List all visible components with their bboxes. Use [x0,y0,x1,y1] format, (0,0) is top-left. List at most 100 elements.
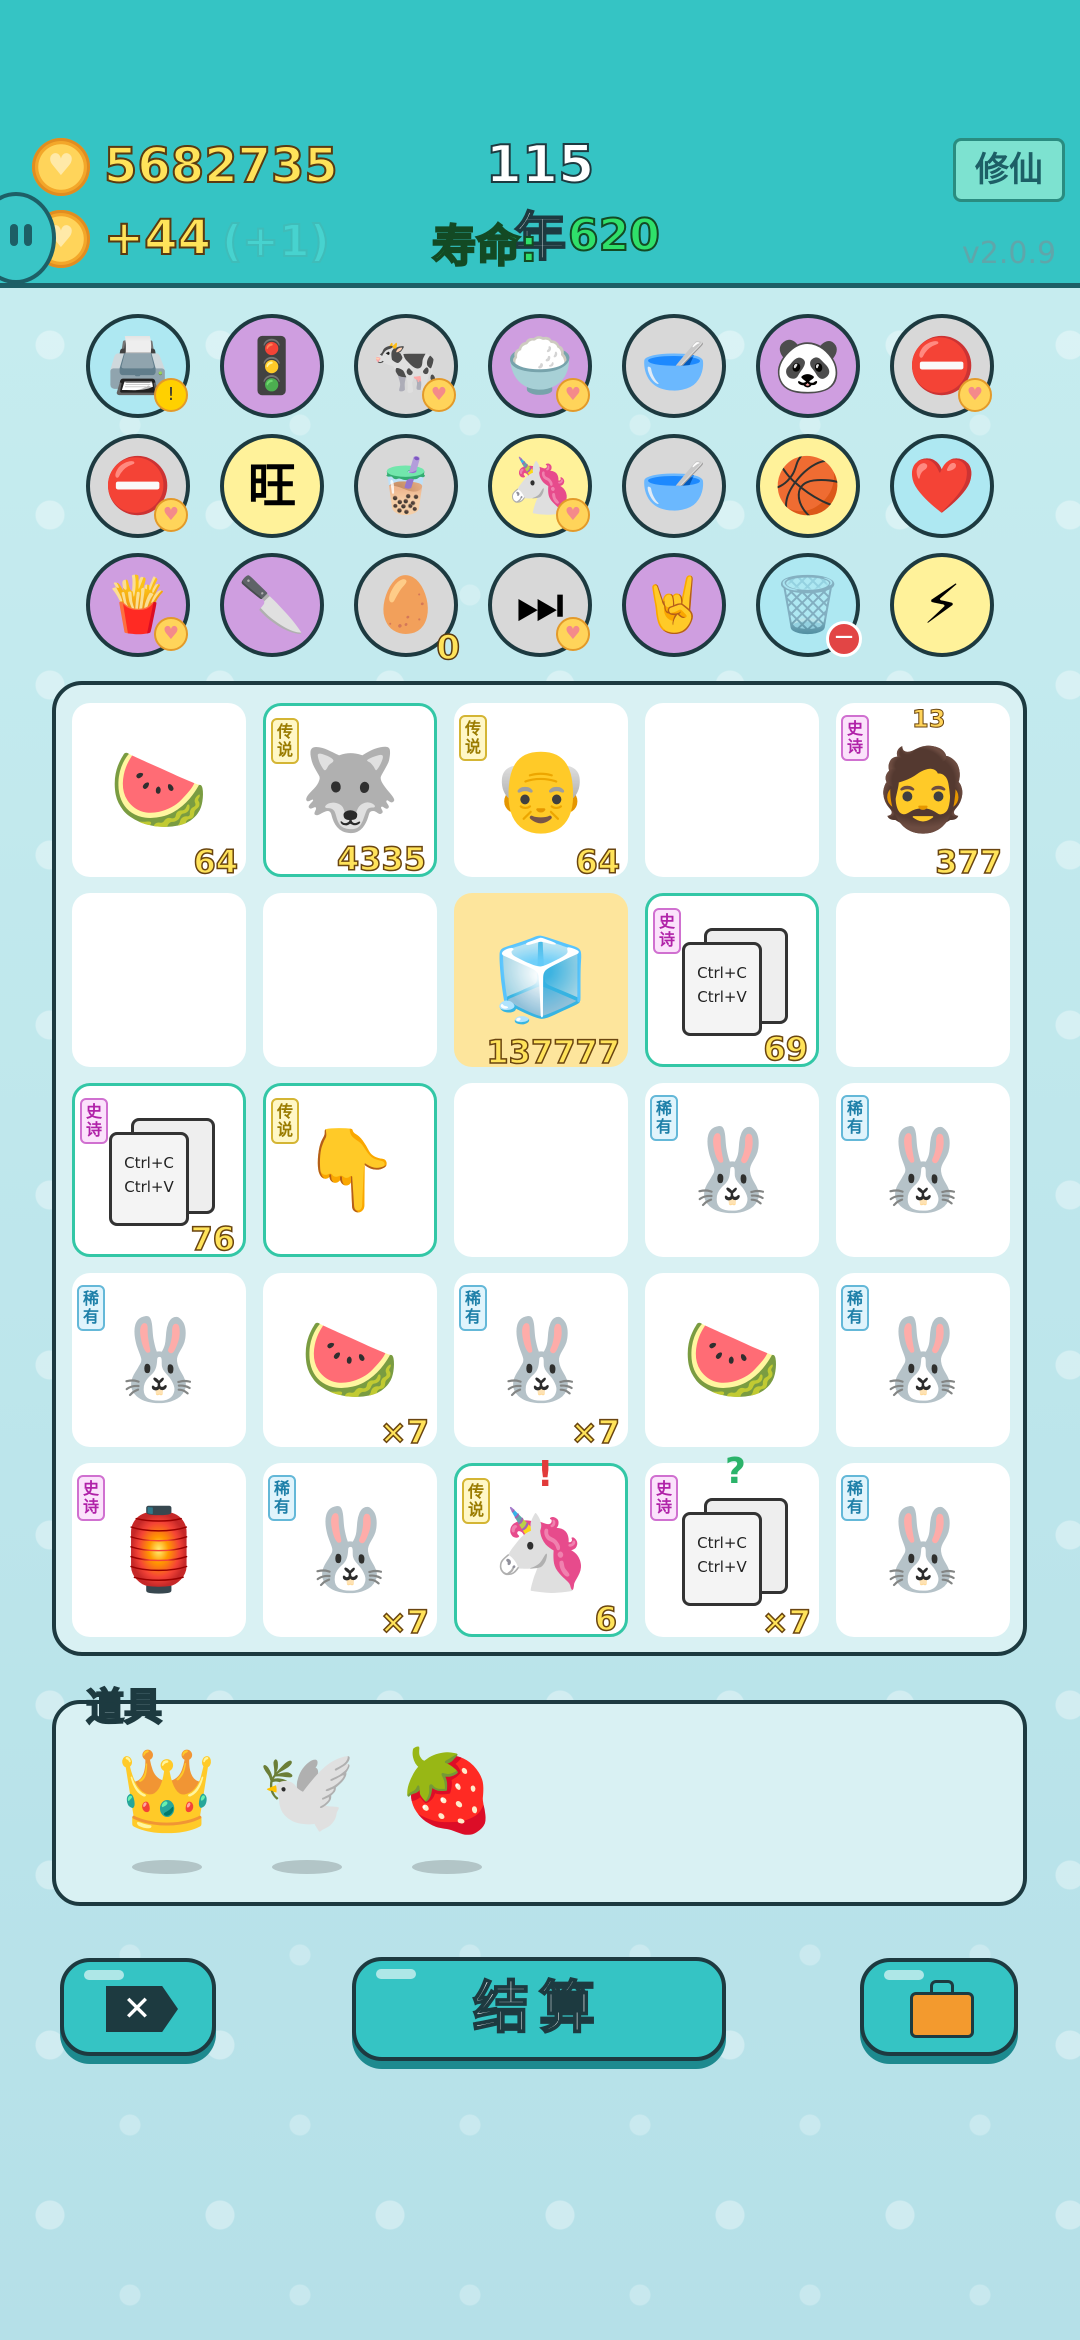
cell-count: 6 [594,1599,618,1639]
board-cell[interactable]: 👴 传说 64 [454,703,628,882]
clip-text: Ctrl+V [697,1558,747,1576]
item-slot[interactable]: ⛔ ♥ [86,434,190,538]
watermelon-icon: 🍉 [109,743,209,836]
empty-cell[interactable] [72,893,246,1067]
pet-food-bowl-icon: 🥣 [640,334,708,397]
item-slot[interactable]: 🥣 [622,314,726,418]
item-slot[interactable]: 旺 [220,434,324,538]
traffic-light-ghost-icon: 🚦 [238,334,306,397]
crown-icon: 👑 [117,1744,217,1837]
clip-text: Ctrl+C [124,1154,174,1172]
exit-button[interactable]: ✕ [60,1958,216,2056]
button-shine [84,1970,124,1980]
version-label: v2.0.9 [962,236,1057,271]
item-slot[interactable]: ⚡ [890,553,994,657]
rabbit-icon: 🐰 [873,1123,973,1216]
empty-cell[interactable] [645,703,819,877]
rarity-badge: 稀有 [841,1285,869,1331]
item-slot[interactable]: ❤️ [890,434,994,538]
tool-item[interactable]: 👑 [112,1744,222,1874]
item-slot[interactable]: 🥣 [622,434,726,538]
alert-marker-icon: ! [537,1454,554,1495]
board-cell[interactable]: 🐰 稀有 [836,1463,1010,1637]
rabbit-icon: 🐰 [491,1313,591,1406]
item-slot[interactable]: 🔪 [220,553,324,657]
cell-count: ×7 [761,1602,812,1642]
cell-count: 69 [763,1029,809,1069]
board-cell[interactable]: Ctrl+C Ctrl+V 史诗 ×7? [645,1451,819,1642]
board-cell[interactable]: 🏮 史诗 [72,1463,246,1637]
board-cell[interactable]: 👇 传说 [263,1083,437,1257]
tool-item[interactable]: 🍓 [392,1744,502,1874]
board-cell[interactable]: 🍉 64 [72,703,246,882]
egg-tray-icon: 🥚 [372,573,440,636]
item-slot[interactable]: 🍟 ♥ [86,553,190,657]
board-cell[interactable]: 🐰 稀有 [72,1273,246,1447]
item-slot[interactable]: 🐄 ♥ [354,314,458,418]
heart-coin-icon: ♥ [556,617,590,651]
tool-item[interactable]: 🕊️ [252,1744,362,1874]
item-slot[interactable]: 🥚 0 [354,553,461,666]
cell-count: ×7 [379,1412,430,1452]
settle-button[interactable]: 结算 [352,1957,726,2061]
cell-count: 377 [934,842,1002,882]
question-marker-icon: ? [725,1451,746,1492]
rarity-badge: 史诗 [841,715,869,761]
empty-cell[interactable] [263,893,437,1067]
item-slot[interactable]: 🧋 [354,434,458,538]
board-cell[interactable]: 🍉 [645,1273,819,1447]
pet-food-bowl-icon: 🥣 [640,454,708,517]
rabbit-icon: 🐰 [300,1503,400,1596]
copy-paste-icon: Ctrl+C Ctrl+V [682,1498,788,1606]
cell-count: 76 [190,1219,236,1259]
warning-icon: ! [154,378,188,412]
bubble-tea-icon: 🧋 [372,454,440,517]
tools-panel: 👑 🕊️ 🍓 [52,1700,1027,1906]
pointing-hand-icon: 👇 [300,1123,400,1216]
item-slot[interactable]: 🖨️! [86,314,190,418]
board-cell[interactable]: 🐰 稀有 ×7 [263,1463,437,1642]
rarity-badge: 传说 [462,1478,490,1524]
rarity-badge: 稀有 [841,1095,869,1141]
item-slot[interactable]: 🦄 ♥ [488,434,592,538]
item-slot[interactable]: 🏀 [756,434,860,538]
rarity-badge: 稀有 [841,1475,869,1521]
item-slot[interactable]: 🐼 [756,314,860,418]
inventory-button[interactable] [860,1958,1018,2056]
board-cell[interactable]: 🐰 稀有 [645,1083,819,1257]
copy-paste-icon: Ctrl+C Ctrl+V [109,1118,215,1226]
board-cell[interactable]: 🐰 稀有 [836,1083,1010,1257]
item-slot[interactable]: 🤘 [622,553,726,657]
board-cell[interactable]: 🐺 传说 4335 [263,703,437,879]
board-cell[interactable]: 🦄 传说 6! [454,1454,628,1639]
board-cell[interactable]: 🐰 稀有 [836,1273,1010,1447]
board-cell[interactable]: 🧔 史诗 377 13 [836,703,1010,882]
item-slot[interactable]: ⛔ ♥ [890,314,994,418]
empty-cell[interactable] [454,1083,628,1257]
panda-icon: 🐼 [774,334,842,397]
item-slot[interactable]: 🗑️ − [756,553,862,657]
coin-total: 5682735 [103,137,339,195]
copy-paste-icon: Ctrl+C Ctrl+V [682,928,788,1036]
tool-shadow [412,1860,482,1874]
rarity-badge: 传说 [271,1098,299,1144]
rarity-badge: 史诗 [650,1475,678,1521]
board-cell[interactable]: Ctrl+C Ctrl+V 史诗 69 [645,893,819,1069]
cultivate-button[interactable]: 修仙 [953,138,1065,202]
cell-count: 64 [575,842,621,882]
side-menu-handle[interactable] [0,192,56,284]
board-cell[interactable]: Ctrl+C Ctrl+V 史诗 76 [72,1083,246,1259]
item-slot[interactable]: ⏭ ♥ [488,553,592,657]
item-slot[interactable]: 🍚 ♥ [488,314,592,418]
heart-bonus-count: 13 [911,705,946,734]
board-cell[interactable]: 🐰 稀有 ×7 [454,1273,628,1452]
basketballs-icon: 🏀 [774,454,842,517]
empty-cell[interactable] [836,893,1010,1067]
item-slot[interactable]: 🚦 [220,314,324,418]
rabbit-icon: 🐰 [873,1313,973,1406]
lightning-icon: ⚡ [923,573,961,636]
clip-text: Ctrl+C [697,1534,747,1552]
rock-hand-icon: 🤘 [640,573,708,636]
board-cell[interactable]: 🧊 137777 [454,893,628,1072]
board-cell[interactable]: 🍉 ×7 [263,1273,437,1452]
